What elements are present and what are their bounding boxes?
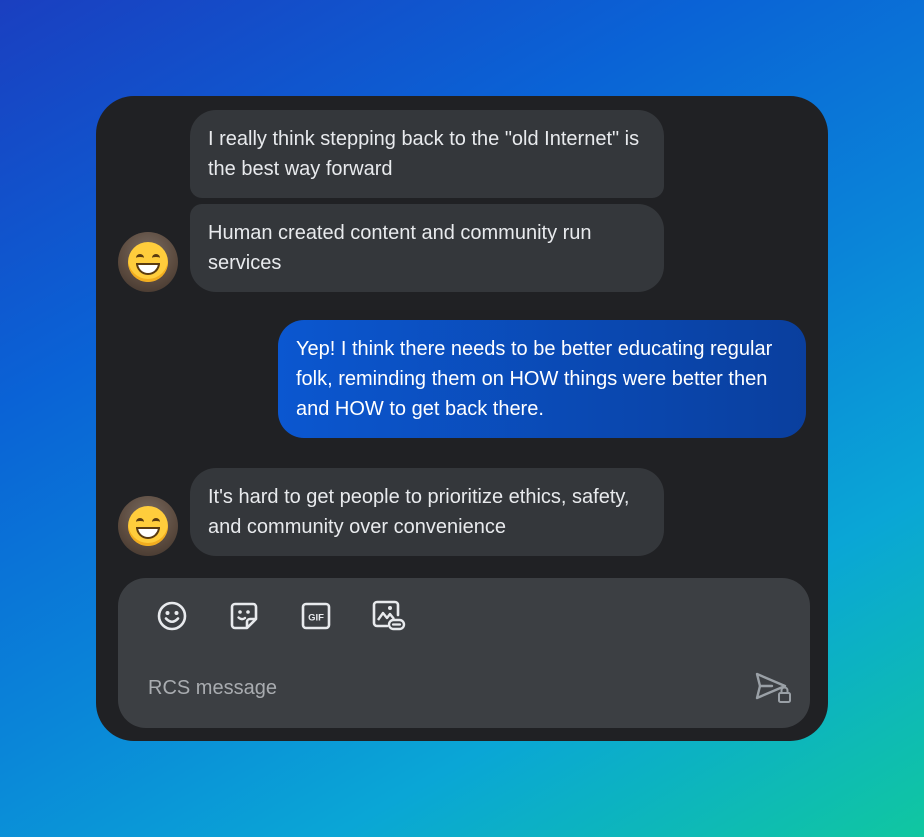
send-button[interactable] — [754, 670, 794, 706]
gallery-attach-button[interactable] — [368, 596, 408, 636]
gif-button[interactable]: GIF — [296, 596, 336, 636]
gif-icon: GIF — [301, 602, 331, 630]
gif-label: GIF — [308, 613, 324, 624]
message-text: Yep! I think there needs to be better ed… — [296, 338, 773, 420]
sticker-button[interactable] — [224, 596, 264, 636]
message-bubble-incoming[interactable]: I really think stepping back to the "old… — [190, 110, 664, 198]
sticker-icon — [230, 602, 258, 630]
message-bubble-incoming[interactable]: It's hard to get people to prioritize et… — [190, 468, 664, 556]
message-text: I really think stepping back to the "old… — [208, 128, 640, 180]
contact-avatar[interactable] — [118, 232, 178, 292]
grinning-face-icon — [128, 242, 168, 282]
conversation-card: I really think stepping back to the "old… — [96, 96, 828, 741]
message-bubble-outgoing[interactable]: Yep! I think there needs to be better ed… — [278, 320, 806, 438]
gallery-attach-icon — [372, 600, 406, 631]
grinning-face-icon — [128, 506, 168, 546]
send-locked-icon — [755, 672, 791, 703]
message-composer: GIF — [118, 578, 810, 728]
contact-avatar[interactable] — [118, 496, 178, 556]
message-text: Human created content and community run … — [208, 222, 592, 274]
emoji-button[interactable] — [152, 596, 192, 636]
message-text: It's hard to get people to prioritize et… — [208, 486, 630, 538]
emoji-icon — [157, 601, 187, 631]
message-bubble-incoming[interactable]: Human created content and community run … — [190, 204, 664, 292]
message-input[interactable] — [146, 670, 710, 706]
